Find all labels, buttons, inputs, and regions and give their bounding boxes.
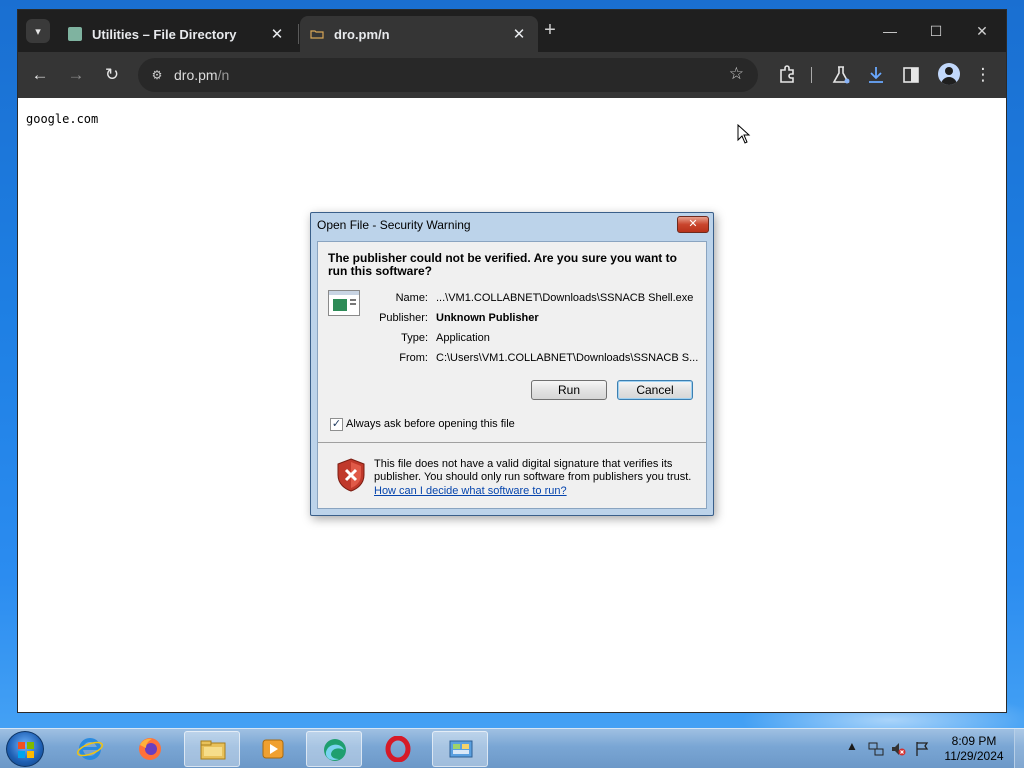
site-info-icon[interactable]: ⚙ bbox=[148, 66, 166, 84]
download-icon[interactable] bbox=[863, 62, 889, 88]
field-key: From: bbox=[399, 352, 428, 364]
help-link[interactable]: How can I decide what software to run? bbox=[374, 485, 567, 497]
close-tab-icon[interactable]: ✕ bbox=[510, 25, 528, 43]
tab-search-button[interactable]: ▾ bbox=[26, 19, 50, 43]
forward-button[interactable]: → bbox=[63, 62, 89, 88]
control-panel-icon bbox=[449, 740, 473, 758]
address-bar[interactable]: ⚙ dro.pm/n ☆ bbox=[138, 58, 758, 92]
taskbar: ▲ 8:09 PM 11/29/2024 bbox=[0, 728, 1024, 768]
edge-icon bbox=[324, 739, 346, 761]
side-panel-icon[interactable] bbox=[898, 62, 924, 88]
dialog-heading: The publisher could not be verified. Are… bbox=[328, 251, 677, 278]
security-shield-icon bbox=[337, 458, 365, 492]
always-ask-label[interactable]: Always ask before opening this file bbox=[346, 418, 515, 430]
info-row-from: From: C:\Users\VM1.COLLABNET\Downloads\SS… bbox=[358, 352, 698, 364]
field-value: C:\Users\VM1.COLLABNET\Downloads\SSNACB … bbox=[436, 352, 699, 364]
field-value: Unknown Publisher bbox=[436, 312, 539, 324]
taskbar-edge[interactable] bbox=[306, 731, 362, 767]
clock-time: 8:09 PM bbox=[951, 734, 997, 748]
chevron-down-icon: ▾ bbox=[35, 25, 41, 38]
taskbar-opera[interactable] bbox=[370, 731, 426, 767]
taskbar-control-panel[interactable] bbox=[432, 731, 488, 767]
warning-text: This file does not have a valid digital … bbox=[374, 458, 692, 483]
url-text[interactable]: dro.pm/n bbox=[174, 67, 229, 83]
taskbar-clock[interactable]: 8:09 PM 11/29/2024 bbox=[938, 734, 1010, 764]
run-button[interactable]: Run bbox=[531, 380, 607, 400]
always-ask-checkbox[interactable]: ✓ bbox=[330, 418, 343, 431]
field-key: Type: bbox=[401, 332, 428, 344]
media-player-icon bbox=[262, 739, 284, 759]
folder-favicon-icon bbox=[310, 30, 324, 39]
tab-utilities[interactable]: Utilities – File Directory ✕ bbox=[58, 16, 296, 52]
file-explorer-icon bbox=[200, 740, 226, 760]
close-tab-icon[interactable]: ✕ bbox=[268, 25, 286, 43]
taskbar-media-player[interactable] bbox=[245, 731, 301, 767]
opera-icon bbox=[385, 736, 411, 762]
dialog-close-button[interactable]: ✕ bbox=[677, 216, 709, 233]
close-window-button[interactable]: ✕ bbox=[959, 18, 1005, 44]
maximize-button[interactable]: ☐ bbox=[913, 18, 959, 44]
tab-dro-pm[interactable]: dro.pm/n ✕ bbox=[300, 16, 538, 52]
taskbar-firefox[interactable] bbox=[122, 731, 178, 767]
firefox-icon bbox=[139, 738, 161, 760]
menu-kebab-icon[interactable]: ⋮ bbox=[970, 62, 996, 88]
cancel-button[interactable]: Cancel bbox=[617, 380, 693, 400]
volume-muted-icon[interactable] bbox=[890, 741, 906, 757]
application-file-icon bbox=[328, 290, 360, 316]
toolbar-divider bbox=[811, 67, 812, 83]
url-host: dro.pm bbox=[174, 67, 218, 83]
windows-logo-icon bbox=[18, 742, 34, 758]
back-button[interactable]: ← bbox=[27, 62, 53, 88]
tab-strip: ▾ Utilities – File Directory ✕ dro.pm/n … bbox=[18, 10, 1006, 52]
extensions-puzzle-icon[interactable] bbox=[774, 62, 800, 88]
field-key: Name: bbox=[395, 292, 428, 304]
tray-overflow-arrow[interactable]: ▲ bbox=[846, 739, 858, 753]
profile-avatar-icon[interactable] bbox=[938, 63, 960, 85]
reload-button[interactable]: ↻ bbox=[99, 62, 125, 88]
field-value: ...\VM1.COLLABNET\Downloads\SSNACB Shell… bbox=[436, 292, 694, 304]
dialog-separator bbox=[318, 442, 706, 443]
minimize-button[interactable]: — bbox=[867, 18, 913, 44]
action-center-flag-icon[interactable] bbox=[914, 741, 930, 757]
clock-date: 11/29/2024 bbox=[944, 749, 1004, 763]
browser-toolbar: ← → ↻ ⚙ dro.pm/n ☆ ⋮ bbox=[18, 52, 1006, 98]
dialog-title: Open File - Security Warning bbox=[317, 218, 471, 232]
new-tab-button[interactable]: + bbox=[538, 19, 562, 43]
start-button[interactable] bbox=[6, 731, 44, 767]
system-tray: ▲ bbox=[846, 739, 936, 759]
info-row-publisher: Publisher: Unknown Publisher bbox=[358, 312, 539, 324]
show-desktop-button[interactable] bbox=[1014, 729, 1024, 768]
book-favicon-icon bbox=[68, 27, 82, 41]
security-warning-dialog: Open File - Security Warning ✕ The publi… bbox=[310, 212, 714, 516]
field-key: Publisher: bbox=[379, 312, 428, 324]
labs-flask-icon[interactable] bbox=[828, 62, 854, 88]
tab-title: Utilities – File Directory bbox=[92, 26, 237, 42]
tab-title: dro.pm/n bbox=[334, 26, 390, 42]
dialog-body: The publisher could not be verified. Are… bbox=[317, 241, 707, 509]
info-row-name: Name: ...\VM1.COLLABNET\Downloads\SSNACB … bbox=[358, 292, 694, 304]
internet-explorer-icon bbox=[76, 738, 104, 760]
info-row-type: Type: Application bbox=[358, 332, 490, 344]
bookmark-star-icon[interactable]: ☆ bbox=[729, 64, 744, 84]
url-path: /n bbox=[217, 67, 230, 83]
mouse-cursor-icon bbox=[737, 124, 751, 144]
tab-separator bbox=[298, 24, 299, 44]
page-body-text: google.com bbox=[26, 112, 99, 126]
taskbar-internet-explorer[interactable] bbox=[62, 731, 118, 767]
taskbar-file-explorer[interactable] bbox=[184, 731, 240, 767]
network-icon[interactable] bbox=[868, 741, 884, 757]
field-value: Application bbox=[436, 332, 490, 344]
